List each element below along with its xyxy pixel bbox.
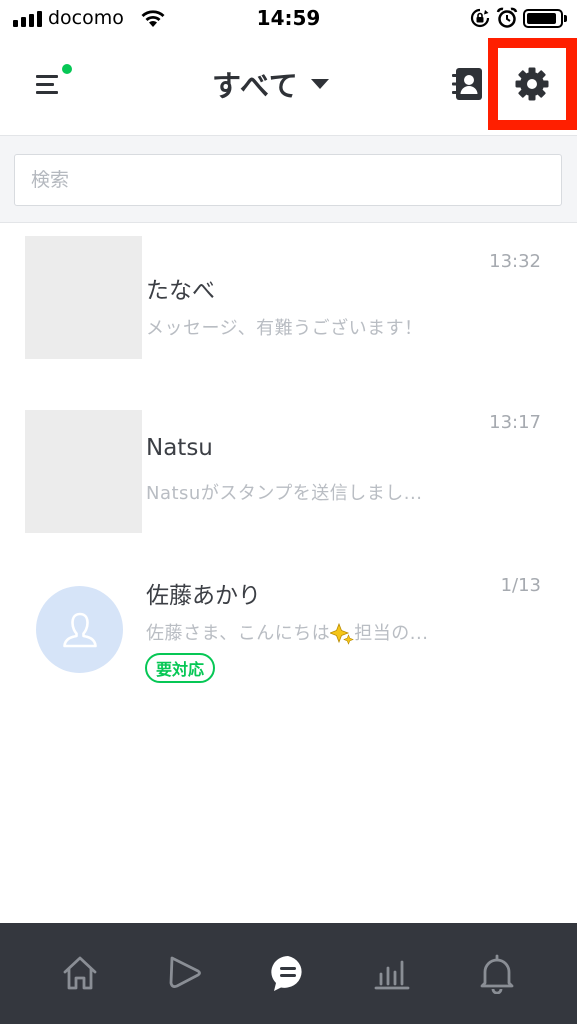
nav-voom[interactable] [160, 949, 208, 997]
status-badge: 要対応 [145, 653, 216, 683]
nav-home[interactable] [56, 949, 104, 997]
avatar [25, 410, 142, 533]
filter-label: すべて [212, 69, 299, 103]
header-bar: すべて [0, 38, 577, 136]
status-bar: docomo 14:59 [0, 0, 577, 38]
avatar [36, 586, 123, 673]
alarm-icon [496, 7, 518, 28]
battery-icon [523, 9, 563, 28]
menu-icon [36, 75, 58, 78]
battery-tip [564, 15, 567, 22]
search-input[interactable] [14, 154, 562, 206]
caret-down-icon [310, 79, 329, 89]
chat-time: 1/13 [500, 575, 541, 596]
menu-icon-bar [36, 83, 54, 86]
voom-play-icon [169, 956, 201, 988]
battery-level [527, 13, 556, 24]
rotation-lock-icon [470, 8, 490, 28]
chat-list-item[interactable]: Natsu Natsuがスタンプを送信しまし... 13:17 [0, 383, 577, 543]
nav-notifications[interactable] [473, 949, 521, 997]
nav-chats[interactable] [264, 949, 312, 997]
chat-time: 13:32 [489, 251, 541, 272]
home-icon [63, 956, 97, 990]
chat-preview: 佐藤さま、こんにちは 担当の... [146, 619, 428, 646]
sparkles-icon [330, 622, 355, 645]
bottom-navigation [0, 923, 577, 1024]
chat-name: 佐藤あかり [146, 583, 261, 609]
menu-button[interactable] [34, 72, 62, 100]
search-area [0, 136, 577, 223]
chat-filter-dropdown[interactable]: すべて [212, 63, 329, 105]
chat-name: たなべ [146, 278, 215, 304]
settings-highlight-box [488, 38, 577, 130]
chat-name: Natsu [146, 435, 213, 461]
chat-preview: メッセージ、有難うございます！ [146, 318, 423, 339]
settings-button[interactable] [498, 48, 566, 120]
chat-list-item[interactable]: 佐藤あかり 佐藤さま、こんにちは 担当の... 1/13 要対応 [0, 556, 577, 706]
clock: 14:59 [256, 6, 321, 30]
bell-icon [480, 954, 514, 994]
gear-icon [515, 67, 549, 101]
chat-preview-text: 担当の... [354, 623, 429, 644]
chat-preview: Natsuがスタンプを送信しまし... [146, 483, 423, 504]
contacts-book-icon[interactable] [452, 67, 484, 101]
chat-list-item[interactable]: たなべ メッセージ、有難うございます！ 13:32 [0, 223, 577, 383]
avatar [25, 236, 142, 359]
notification-dot [62, 64, 72, 74]
chat-preview-text: 佐藤さま、こんにちは [146, 623, 331, 644]
chat-bubble-icon [271, 956, 302, 991]
chat-time: 13:17 [489, 412, 541, 433]
bar-chart-icon [374, 960, 410, 990]
menu-icon-bar [36, 91, 58, 94]
nav-analytics[interactable] [368, 949, 416, 997]
default-user-icon [62, 612, 97, 647]
